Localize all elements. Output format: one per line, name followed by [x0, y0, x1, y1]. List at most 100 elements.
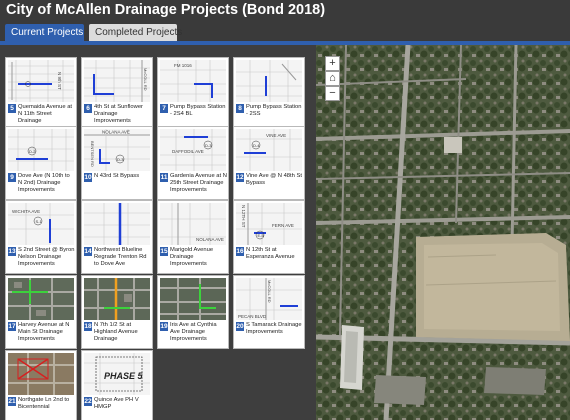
project-card-11[interactable]: D-3 DAFFODIL AVE 11 Gardenia Avenue at N…: [157, 126, 229, 200]
project-card-12[interactable]: VINE AVE D-4 12 Vine Ave @ N 48th St Byp…: [233, 126, 305, 200]
zoom-out-button[interactable]: −: [325, 86, 340, 101]
map-thumbnail-graphic: WICHITA AVE S-1: [8, 203, 74, 245]
thumb-street-label: DAFFODIL AVE: [172, 149, 204, 154]
map-view[interactable]: + ⌂ −: [316, 45, 570, 420]
project-thumbnail: McCOLL RD: [84, 60, 150, 102]
project-number-badge: 21: [8, 397, 16, 406]
zoom-in-button[interactable]: +: [325, 56, 340, 71]
app-title: City of McAllen Drainage Projects (Bond …: [6, 2, 326, 18]
project-caption: 11 Gardenia Avenue at N 25th Street Drai…: [160, 173, 227, 200]
project-caption: 10 N 43rd St Bypass: [84, 173, 151, 200]
project-thumbnail: D-2: [8, 129, 74, 171]
map-thumbnail-graphic: NOLANA AVE: [160, 203, 226, 245]
tab-completed-projects[interactable]: Completed Projects: [89, 24, 182, 41]
project-title: Northwest Blueline Regrade Trenton Rd to…: [94, 247, 147, 268]
thumb-street-label: PECAN BLVD: [238, 314, 267, 319]
project-thumbnail: [8, 353, 74, 395]
aerial-thumbnail-graphic: [8, 353, 74, 395]
project-thumbnail: N 9th ST: [8, 60, 74, 102]
thumb-street-label: VINE AVE: [266, 133, 286, 138]
project-thumbnail: D-3 DAFFODIL AVE: [160, 129, 226, 171]
project-caption: 21 Northgate Ln 2nd to Bicentennial: [8, 397, 75, 420]
project-card-16[interactable]: N 12TH ST FERN AVE E-5 16 N 12th St at E…: [233, 200, 305, 274]
aerial-imagery: [316, 45, 570, 420]
project-caption: 14 Northwest Blueline Regrade Trenton Rd…: [84, 247, 151, 274]
project-card-21[interactable]: 21 Northgate Ln 2nd to Bicentennial: [5, 350, 77, 420]
thumb-street-label: FERN AVE: [272, 223, 294, 228]
project-card-10[interactable]: NOLANA AVE BENTSEN RD D-3 10 N 43rd St B…: [81, 126, 153, 200]
project-title: N 7th 1/2 St at Highland Avenue Drainage…: [94, 322, 138, 344]
project-card-15[interactable]: NOLANA AVE 15 Marigold Avenue Drainage I…: [157, 200, 229, 274]
project-number-badge: 14: [84, 247, 92, 256]
tab-bar: Current Projects Completed Projects: [0, 22, 570, 43]
thumb-project-label: D-3: [205, 143, 212, 148]
map-thumbnail-graphic: FM 1016: [160, 60, 226, 102]
thumb-project-label: D-4: [253, 143, 260, 148]
project-gallery[interactable]: N 9th ST 5 Quemaida Avenue at N 11th Str…: [0, 45, 316, 420]
map-thumbnail-graphic: [84, 203, 150, 245]
project-number-badge: 8: [236, 104, 244, 113]
project-title: Gardenia Avenue at N 25th Street Drainag…: [170, 173, 227, 194]
aerial-thumbnail-graphic: [84, 278, 150, 320]
project-title: Dove Ave (N 10th to N 2nd) Drainage Impr…: [18, 173, 70, 194]
project-caption: 22 Quince Ave PH V HMGP: [84, 397, 151, 420]
app-header: City of McAllen Drainage Projects (Bond …: [0, 0, 570, 22]
map-thumbnail-graphic: PHASE 5: [84, 353, 150, 395]
project-card-20[interactable]: McCOLL RD PECAN BLVD 20 S Tamarack Drain…: [233, 275, 305, 349]
thumb-street-label: NOLANA AVE: [196, 237, 224, 242]
project-number-badge: 18: [84, 322, 92, 331]
project-number-badge: 20: [236, 322, 244, 331]
project-caption: 19 Iris Ave at Cynthia Ave Drainage Impr…: [160, 322, 227, 349]
project-card-14[interactable]: 14 Northwest Blueline Regrade Trenton Rd…: [81, 200, 153, 274]
tab-current-projects[interactable]: Current Projects: [5, 24, 84, 41]
aerial-thumbnail-graphic: [160, 278, 226, 320]
thumb-street-label: WICHITA AVE: [12, 209, 40, 214]
project-card-19[interactable]: 19 Iris Ave at Cynthia Ave Drainage Impr…: [157, 275, 229, 349]
project-card-17[interactable]: 17 Harvey Avenue at N Main St Drainage I…: [5, 275, 77, 349]
thumb-street-label: McCOLL RD: [267, 280, 272, 303]
thumb-street-label: McCOLL RD: [143, 68, 148, 91]
project-title: Pump Bypass Station - 2S4 BL: [170, 104, 226, 118]
map-thumbnail-graphic: D-3 DAFFODIL AVE: [160, 129, 226, 171]
project-card-13[interactable]: WICHITA AVE S-1 13 S 2nd Street @ Byron …: [5, 200, 77, 274]
project-number-badge: 16: [236, 247, 244, 256]
project-card-5[interactable]: N 9th ST 5 Quemaida Avenue at N 11th Str…: [5, 57, 77, 131]
project-card-9[interactable]: D-2 9 Dove Ave (N 10th to N 2nd) Drainag…: [5, 126, 77, 200]
project-thumbnail: [8, 278, 74, 320]
home-button[interactable]: ⌂: [325, 71, 340, 86]
project-number-badge: 5: [8, 104, 16, 113]
map-thumbnail-graphic: McCOLL RD PECAN BLVD: [236, 278, 302, 320]
map-thumbnail-graphic: N 12TH ST FERN AVE E-5: [236, 203, 302, 245]
project-card-22[interactable]: PHASE 5 22 Quince Ave PH V HMGP: [81, 350, 153, 420]
project-card-18[interactable]: 18 N 7th 1/2 St at Highland Avenue Drain…: [81, 275, 153, 349]
project-number-badge: 13: [8, 247, 16, 256]
project-number-badge: 17: [8, 322, 16, 331]
project-number-badge: 19: [160, 322, 168, 331]
project-thumbnail: NOLANA AVE: [160, 203, 226, 245]
project-number-badge: 12: [236, 173, 244, 182]
thumb-street-label: FM 1016: [174, 63, 192, 68]
thumb-project-label: S-1: [36, 219, 43, 224]
project-caption: 15 Marigold Avenue Drainage Improvements: [160, 247, 227, 274]
project-card-7[interactable]: FM 1016 7 Pump Bypass Station - 2S4 BL: [157, 57, 229, 131]
aerial-thumbnail-graphic: [8, 278, 74, 320]
project-title: Northgate Ln 2nd to Bicentennial: [18, 397, 70, 411]
project-title: N 43rd St Bypass: [94, 173, 140, 179]
thumb-project-label: D-3: [117, 157, 124, 162]
project-thumbnail: [84, 203, 150, 245]
map-thumbnail-graphic: [236, 60, 302, 102]
project-title: Harvey Avenue at N Main St Drainage Impr…: [18, 322, 70, 343]
project-number-badge: 11: [160, 173, 168, 182]
thumb-street-label: N 9th ST: [57, 72, 62, 90]
project-title: S 2nd Street @ Byron Nelson Drainage Imp…: [18, 247, 75, 268]
project-title: 4th St at Sunflower Drainage Improvement…: [94, 104, 143, 125]
project-card-8[interactable]: 8 Pump Bypass Station - 2SS: [233, 57, 305, 131]
project-card-6[interactable]: McCOLL RD 6 4th St at Sunflower Drainage…: [81, 57, 153, 131]
thumb-phase-label: PHASE 5: [104, 371, 144, 381]
project-thumbnail: [236, 60, 302, 102]
thumb-street-label: N 12TH ST: [241, 205, 246, 228]
project-caption: 17 Harvey Avenue at N Main St Drainage I…: [8, 322, 75, 349]
project-thumbnail: FM 1016: [160, 60, 226, 102]
project-title: Quince Ave PH V HMGP: [94, 397, 139, 411]
project-thumbnail: VINE AVE D-4: [236, 129, 302, 171]
